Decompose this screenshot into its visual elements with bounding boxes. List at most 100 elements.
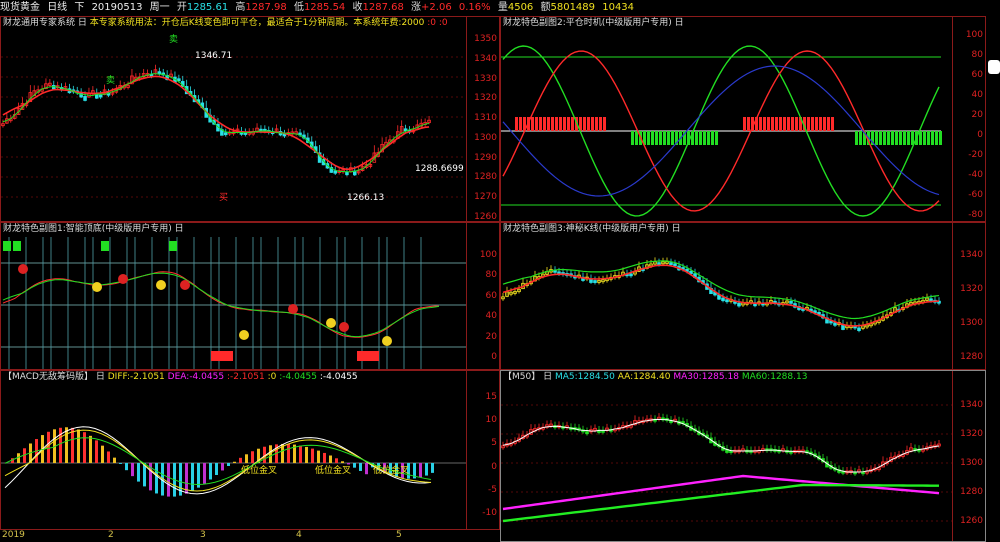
macd-bar (323, 452, 326, 463)
signal-block (169, 241, 177, 251)
trend-line (2, 75, 430, 171)
macd-bar (425, 463, 428, 476)
close-signal-bar (535, 117, 538, 131)
close-signal-bar (763, 117, 766, 131)
candle-body (929, 298, 933, 302)
smile-dot (382, 336, 392, 346)
close-signal-bar (823, 117, 826, 131)
side-scroll-icon[interactable] (988, 60, 1000, 74)
macd-bar (95, 440, 98, 463)
axis-tick-label: -10 (482, 508, 497, 518)
close-signal-bar (767, 117, 770, 131)
sub1-pane[interactable]: 财龙特色副图1:智能顶底(中级版用户专用) 日 100 80 60 40 20 0 (0, 222, 500, 370)
axis-tick-label: 1340 (960, 400, 983, 410)
macd-bar (221, 463, 224, 471)
macd-bar (65, 427, 68, 463)
m50-pane[interactable]: 【M50】 日 MA5:1284.50 AA:1284.40 MA30:1285… (500, 370, 986, 542)
candle-body (157, 71, 162, 75)
close-signal-bar (899, 131, 902, 145)
close-signal-bar (935, 131, 938, 145)
macd-marker[interactable]: 日 (96, 372, 105, 382)
axis-tick-label: 1280 (960, 487, 983, 497)
sub3-marker[interactable]: 日 (672, 224, 681, 234)
macd-bar (155, 463, 158, 494)
sub2-pane-title: 财龙特色副图2:平仓时机(中级版用户专用) 日 (503, 18, 684, 29)
axis-tick-label: 1300 (960, 458, 983, 468)
main-chart-pane[interactable]: 财龙通用专家系统 日 本专家系统用法：开仓后K线变色即可平仓，最适合于1分钟周期… (0, 16, 500, 222)
candle-body (669, 262, 673, 266)
macd-pane-title: 【MACD无敌筹码版】 日 DIFF:-2.1051 DEA:-4.0455 :… (3, 372, 358, 383)
close-signal-bar (515, 117, 518, 131)
date-axis-label: 5 (396, 530, 402, 540)
close-signal-bar (599, 117, 602, 131)
macd-bar (431, 463, 434, 473)
axis-tick-label: -5 (488, 484, 497, 495)
sub2-pane[interactable]: 财龙特色副图2:平仓时机(中级版用户专用) 日 100 80 60 40 20 0 -20 -… (500, 16, 986, 222)
bottom-dot (288, 304, 298, 314)
close-signal-bar (747, 117, 750, 131)
candle-body (593, 280, 597, 283)
close-signal-bar (795, 117, 798, 131)
close-signal-bar (855, 131, 858, 145)
ma30-line (502, 474, 940, 511)
close-signal-bar (555, 117, 558, 131)
axis-tick-label: 100 (479, 250, 497, 260)
candle-body (725, 299, 729, 303)
m50-ma60-label: MA60: (741, 372, 771, 382)
high-label: 高 (235, 2, 246, 13)
macd-bar (71, 427, 74, 463)
quote-header: 现货黄金 日线 下 20190513 周一 开1285.61 高1287.98 … (0, 0, 1000, 16)
macd-bar (233, 461, 236, 463)
sub1-marker[interactable]: 日 (175, 224, 184, 234)
axis-tick-label: 60 (485, 290, 497, 301)
close-signal-bar (831, 117, 834, 131)
close-signal-bar (859, 131, 862, 145)
macd-bar (359, 463, 362, 471)
close-signal-bar (931, 131, 934, 145)
close-signal-bar (587, 117, 590, 131)
close-signal-bar (659, 131, 662, 145)
close-signal-bar (539, 117, 542, 131)
m50-ma5: 1284.50 (577, 372, 615, 382)
axis-tick-label: 1320 (960, 284, 983, 294)
axis-tick-label: 40 (971, 90, 983, 100)
close-signal-bar (667, 131, 670, 145)
macd-bar (227, 463, 230, 466)
close-signal-bar (671, 131, 674, 145)
date-axis-label: 4 (296, 530, 302, 540)
m50-plot (501, 404, 953, 523)
date-axis-label: 2019 (2, 530, 25, 540)
close-signal-bar (631, 131, 634, 145)
sub1-pane-title: 财龙特色副图1:智能顶底(中级版用户专用) 日 (3, 224, 184, 235)
close-signal-bar (651, 131, 654, 145)
candle-body (789, 300, 793, 304)
main-marker[interactable]: 日 (78, 18, 87, 28)
close-signal-bar (711, 131, 714, 145)
main-vals: :0 :0 (427, 18, 448, 28)
macd-bar (251, 451, 254, 463)
close-signal-bar (695, 131, 698, 145)
close-signal-bar (903, 131, 906, 145)
close-signal-bar (603, 117, 606, 131)
period-label[interactable]: 日线 (47, 2, 67, 13)
macd-bar (137, 463, 140, 482)
close-label: 收 (352, 2, 363, 13)
sub2-marker[interactable]: 日 (675, 18, 684, 28)
m50-marker[interactable]: 日 (543, 372, 552, 382)
sub3-title: 财龙特色副图3:神秘K线(中级版用户专用) (503, 224, 669, 234)
sub1-plot (1, 237, 467, 369)
close-signal-bar (827, 117, 830, 131)
macd-bar (77, 429, 80, 463)
macd-cross-3: 低位金叉 (373, 466, 410, 476)
close-signal-bar (519, 117, 522, 131)
macd-v1: :-2.1051 (226, 372, 265, 382)
axis-tick-label: 80 (971, 50, 983, 60)
macd-pane[interactable]: 【MACD无敌筹码版】 日 DIFF:-2.1051 DEA:-4.0455 :… (0, 370, 500, 530)
close-signal-bar (635, 131, 638, 145)
macd-v3: :-4.0455 (279, 372, 318, 382)
instrument-name[interactable]: 现货黄金 (0, 2, 40, 13)
smile-dot (326, 318, 336, 328)
sub3-pane[interactable]: 财龙特色副图3:神秘K线(中级版用户专用) 日 1340 1320 1300 1280 (500, 222, 986, 370)
m50-ma30: 1285.18 (701, 372, 739, 382)
close-signal-bar (811, 117, 814, 131)
